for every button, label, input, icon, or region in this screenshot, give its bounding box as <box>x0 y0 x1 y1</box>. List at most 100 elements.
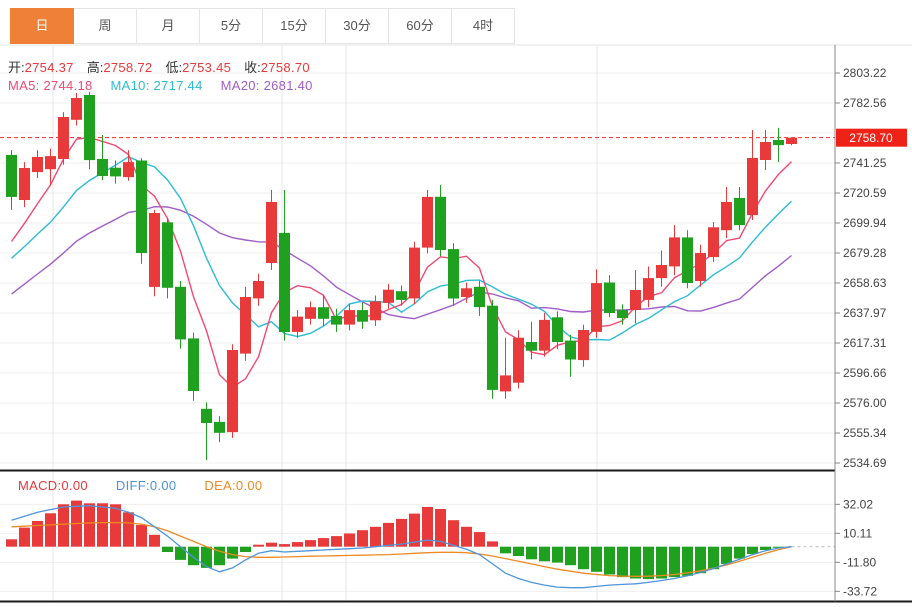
candle-body <box>734 197 745 226</box>
macd-bar <box>344 533 355 547</box>
candle-body <box>19 168 30 200</box>
price-axis-label: 2534.69 <box>843 456 887 470</box>
price-axis-label: 2679.28 <box>843 246 887 260</box>
candle-body <box>513 337 524 383</box>
macd-bar <box>721 546 732 564</box>
candle-body <box>344 310 355 325</box>
macd-bar <box>487 541 498 547</box>
ohlc-label: 收: <box>244 60 261 75</box>
tab-day[interactable]: 日 <box>10 8 74 44</box>
macd-bar <box>240 546 251 552</box>
macd-bar <box>734 546 745 559</box>
macd-bar <box>266 542 277 547</box>
tab-15min[interactable]: 15分 <box>263 8 326 44</box>
macd-bar <box>513 546 524 556</box>
macd-bar <box>500 546 511 554</box>
candle-body <box>656 265 667 279</box>
macd-legend: MACD:0.00 DIFF:0.00 DEA:0.00 <box>18 478 290 493</box>
candle-body <box>305 307 316 319</box>
macd-bar <box>149 534 160 547</box>
candle-body <box>357 310 368 322</box>
macd-bar <box>136 525 147 547</box>
candle-body <box>461 288 472 297</box>
candle-body <box>630 290 641 310</box>
macd-bar <box>279 544 290 547</box>
ohlc-readout: 开:2754.37 高:2758.72 低:2753.45 收:2758.70 <box>8 57 323 76</box>
macd-bar <box>656 546 667 579</box>
candle-body <box>526 342 537 351</box>
candle-body <box>6 154 17 197</box>
candle-body <box>617 310 628 319</box>
macd-bar <box>448 520 459 547</box>
ma2-value: MA10: 2717.44 <box>110 78 203 93</box>
macd-bar <box>201 546 212 568</box>
candle-body <box>58 117 69 159</box>
price-axis-label: 2658.63 <box>843 276 887 290</box>
macd-axis-label: 10.11 <box>843 526 872 540</box>
candle-body <box>565 340 576 360</box>
candle-body <box>214 421 225 433</box>
macd-bar <box>123 512 134 547</box>
macd-bar <box>331 536 342 547</box>
price-axis-label: 2617.31 <box>843 336 887 350</box>
macd-bar <box>292 542 303 547</box>
candle-body <box>591 283 602 332</box>
candle-body <box>279 232 290 332</box>
ohlc-label: 高: <box>86 60 104 75</box>
macd-bar <box>19 527 30 547</box>
candle-body <box>435 196 446 250</box>
candle-body <box>331 315 342 325</box>
candle-body <box>786 137 797 144</box>
macd-bar <box>97 503 108 547</box>
candle-body <box>45 156 56 170</box>
macd-bar <box>461 526 472 547</box>
macd-bar <box>682 546 693 576</box>
tab-5min[interactable]: 5分 <box>200 8 263 44</box>
macd-axis-label: 32.02 <box>843 497 873 511</box>
macd-bar <box>45 513 56 547</box>
macd-bar <box>591 546 602 572</box>
candle-body <box>760 142 771 160</box>
tab-month[interactable]: 月 <box>137 8 200 44</box>
ohlc-value: 2758.70 <box>260 60 310 75</box>
candle-body <box>396 291 407 300</box>
tab-30min[interactable]: 30分 <box>326 8 389 44</box>
candle-body <box>773 140 784 146</box>
macd-bar <box>318 538 329 547</box>
candle-body <box>409 247 420 299</box>
candle-body <box>292 316 303 332</box>
macd-bar <box>643 546 654 580</box>
candle-body <box>682 237 693 283</box>
candle-body <box>253 281 264 299</box>
macd-bar <box>565 546 576 566</box>
macd-bar <box>630 546 641 579</box>
tab-week[interactable]: 周 <box>74 8 137 44</box>
tab-4hour[interactable]: 4时 <box>452 8 515 44</box>
price-axis-label: 2576.00 <box>843 396 887 410</box>
macd-bar <box>357 530 368 547</box>
last-price-tag-text: 2758.70 <box>849 131 893 145</box>
ohlc-label: 低: <box>165 60 183 75</box>
diff-value: DIFF:0.00 <box>115 478 177 493</box>
macd-bar <box>474 532 485 547</box>
ohlc-label: 开: <box>8 60 25 75</box>
candle-body <box>136 160 147 253</box>
macd-axis-label: -33.72 <box>843 584 877 598</box>
tab-60min[interactable]: 60分 <box>389 8 452 44</box>
price-axis-label: 2637.97 <box>843 306 887 320</box>
macd-bar <box>617 546 628 578</box>
price-axis-label: 2782.56 <box>843 96 887 110</box>
candle-body <box>747 158 758 216</box>
macd-bar <box>383 522 394 547</box>
candle-body <box>162 222 173 288</box>
candle-body <box>422 196 433 248</box>
dea-value: DEA:0.00 <box>204 478 263 493</box>
macd-axis-label: -11.80 <box>843 555 876 569</box>
candle-body <box>71 98 82 120</box>
macd-histogram <box>6 500 784 580</box>
ma3-value: MA20: 2681.40 <box>220 78 313 93</box>
candle-body <box>604 282 615 313</box>
candle-body <box>474 286 485 308</box>
macd-bar <box>305 540 316 547</box>
candle-body <box>539 319 550 351</box>
